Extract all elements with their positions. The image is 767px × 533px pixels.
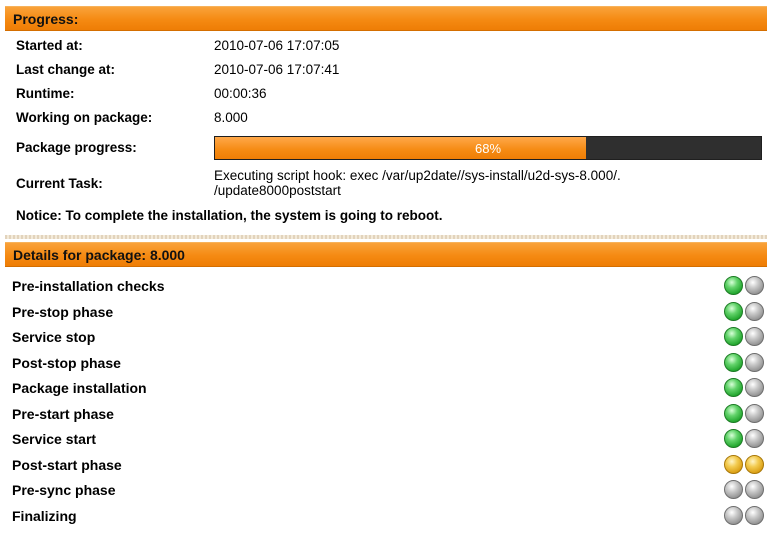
- step-status-lights: [724, 429, 764, 448]
- step-status-lights: [724, 505, 764, 525]
- step-status-lights: [724, 352, 764, 372]
- step-label: Post-stop phase: [12, 354, 121, 371]
- package-progress-text: 68%: [474, 140, 502, 156]
- status-light-green-icon: [724, 378, 743, 397]
- step-label: Post-start phase: [12, 456, 122, 473]
- progress-header-title: Progress:: [13, 10, 79, 27]
- status-light-green-icon: [724, 301, 743, 321]
- section-divider: [5, 235, 767, 239]
- status-light-gray-icon: [745, 429, 764, 448]
- step-label: Service start: [12, 431, 97, 447]
- step-row: Service start: [12, 427, 764, 451]
- step-row: Post-stop phase: [12, 351, 764, 375]
- step-row: Package installation: [12, 376, 764, 400]
- step-row: Pre-sync phase: [12, 478, 764, 502]
- status-light-green-icon: [724, 276, 743, 295]
- step-label: Service stop: [12, 329, 96, 345]
- step-status-lights: [724, 454, 764, 474]
- step-status-lights: [724, 276, 764, 295]
- status-light-gray-icon: [745, 480, 764, 499]
- status-light-green-icon: [724, 352, 743, 372]
- step-label: Pre-sync phase: [12, 482, 116, 498]
- status-light-gray-icon: [745, 352, 764, 372]
- step-label: Finalizing: [12, 507, 77, 524]
- status-light-amber-icon: [745, 454, 764, 474]
- current-task-label: Current Task:: [16, 176, 103, 191]
- current-task-line-1: Executing script hook: exec /var/up2date…: [214, 168, 621, 183]
- current-task-line-2: /update8000poststart: [214, 183, 341, 198]
- details-header-title: Details for package: 8.000: [13, 246, 185, 263]
- details-panel-header: Details for package: 8.000: [5, 242, 767, 267]
- status-light-gray-icon: [745, 505, 764, 525]
- step-row: Pre-stop phase: [12, 300, 764, 324]
- status-light-gray-icon: [745, 378, 764, 397]
- status-light-gray-icon: [745, 276, 764, 295]
- working-package-label: Working on package:: [16, 110, 153, 125]
- step-row: Post-start phase: [12, 453, 764, 477]
- reboot-notice: Notice: To complete the installation, th…: [16, 208, 443, 223]
- status-light-gray-icon: [745, 403, 764, 423]
- step-label: Pre-installation checks: [12, 278, 165, 294]
- step-status-lights: [724, 378, 764, 397]
- runtime-label: Runtime:: [16, 86, 75, 101]
- step-row: Finalizing: [12, 504, 764, 528]
- step-row: Pre-start phase: [12, 402, 764, 426]
- step-label: Pre-start phase: [12, 405, 114, 422]
- status-light-green-icon: [724, 327, 743, 346]
- package-progress-label: Package progress:: [16, 140, 137, 155]
- status-light-green-icon: [724, 403, 743, 423]
- status-light-amber-icon: [724, 454, 743, 474]
- step-status-lights: [724, 403, 764, 423]
- current-task-value: Executing script hook: exec /var/up2date…: [214, 168, 621, 198]
- step-row: Service stop: [12, 325, 764, 349]
- status-light-gray-icon: [724, 505, 743, 525]
- step-label: Pre-stop phase: [12, 303, 114, 320]
- step-label: Package installation: [12, 380, 147, 396]
- step-status-lights: [724, 327, 764, 346]
- status-light-gray-icon: [745, 327, 764, 346]
- last-change-label: Last change at:: [16, 62, 116, 77]
- step-row: Pre-installation checks: [12, 274, 764, 298]
- working-package-value: 8.000: [214, 110, 248, 125]
- last-change-value: 2010-07-06 17:07:41: [214, 62, 340, 77]
- step-status-lights: [724, 301, 764, 321]
- started-at-value: 2010-07-06 17:07:05: [214, 38, 340, 53]
- started-at-label: Started at:: [16, 38, 83, 53]
- step-status-lights: [724, 480, 764, 499]
- progress-panel-header: Progress:: [5, 6, 767, 31]
- status-light-gray-icon: [745, 301, 764, 321]
- status-light-gray-icon: [724, 480, 743, 499]
- package-progress-bar: 68%: [214, 136, 762, 160]
- status-light-green-icon: [724, 429, 743, 448]
- runtime-value: 00:00:36: [214, 86, 267, 101]
